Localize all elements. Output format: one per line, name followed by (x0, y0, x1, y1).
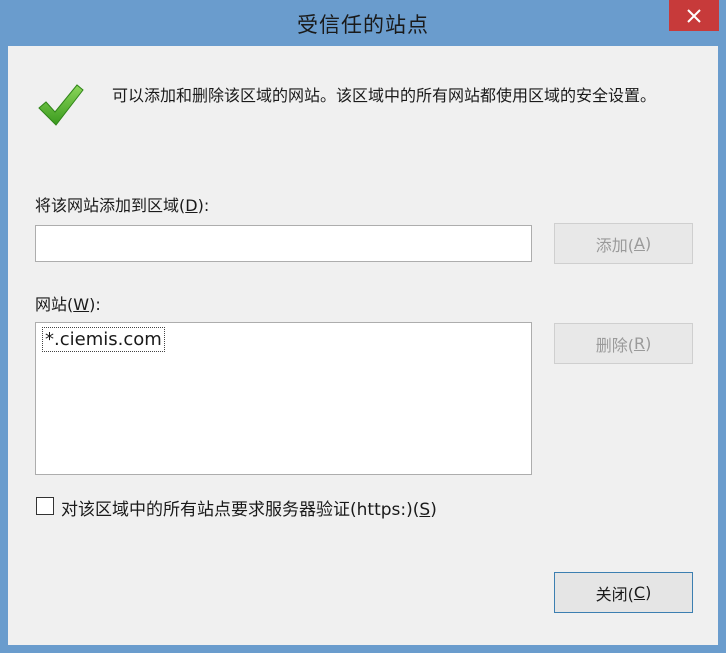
https-label-suffix: ) (430, 500, 437, 520)
https-label-prefix: 对该区域中的所有站点要求服务器验证(https:)( (61, 500, 420, 520)
remove-button[interactable]: 删除(R) (554, 323, 693, 364)
list-item[interactable]: *.ciemis.com (42, 327, 165, 352)
add-button[interactable]: 添加(A) (554, 223, 693, 264)
zone-description: 可以添加和删除该区域的网站。该区域中的所有网站都使用区域的安全设置。 (112, 86, 657, 105)
dialog-window: 受信任的站点 可以添加和删除该区域的网站。该区域中的所有网站都使用区域的安全设置… (0, 0, 726, 653)
add-button-hotkey: A (634, 234, 645, 253)
remove-button-prefix: 删除( (595, 335, 634, 355)
sites-listbox[interactable]: *.ciemis.com (35, 322, 532, 475)
https-label-hotkey: S (419, 500, 431, 520)
checkmark-icon (38, 84, 84, 126)
window-title: 受信任的站点 (297, 13, 429, 37)
close-button-suffix: ) (645, 583, 652, 602)
add-site-input[interactable] (35, 225, 532, 262)
close-button[interactable]: 关闭(C) (554, 572, 693, 613)
https-checkbox-label[interactable]: 对该区域中的所有站点要求服务器验证(https:)(S) (61, 495, 437, 520)
sites-label-prefix: 网站( (35, 295, 74, 314)
close-button-hotkey: C (633, 583, 646, 602)
add-button-prefix: 添加( (595, 235, 635, 255)
add-site-label-suffix: ): (197, 196, 210, 215)
add-button-suffix: ) (644, 234, 652, 253)
dialog-content: 可以添加和删除该区域的网站。该区域中的所有网站都使用区域的安全设置。 将该网站添… (8, 46, 718, 645)
close-icon (687, 8, 701, 23)
sites-label: 网站(W): (35, 291, 101, 315)
remove-button-hotkey: R (633, 334, 646, 353)
sites-label-suffix: ): (89, 295, 101, 314)
close-button-prefix: 关闭( (595, 584, 634, 604)
https-checkbox[interactable] (36, 497, 54, 515)
sites-label-hotkey: W (73, 295, 90, 314)
add-site-label-hotkey: D (185, 196, 198, 215)
title-bar[interactable]: 受信任的站点 (0, 0, 726, 46)
remove-button-suffix: ) (645, 334, 652, 353)
add-site-label: 将该网站添加到区域(D): (35, 192, 209, 216)
window-close-button[interactable] (669, 0, 719, 31)
add-site-label-prefix: 将该网站添加到区域( (35, 196, 186, 215)
